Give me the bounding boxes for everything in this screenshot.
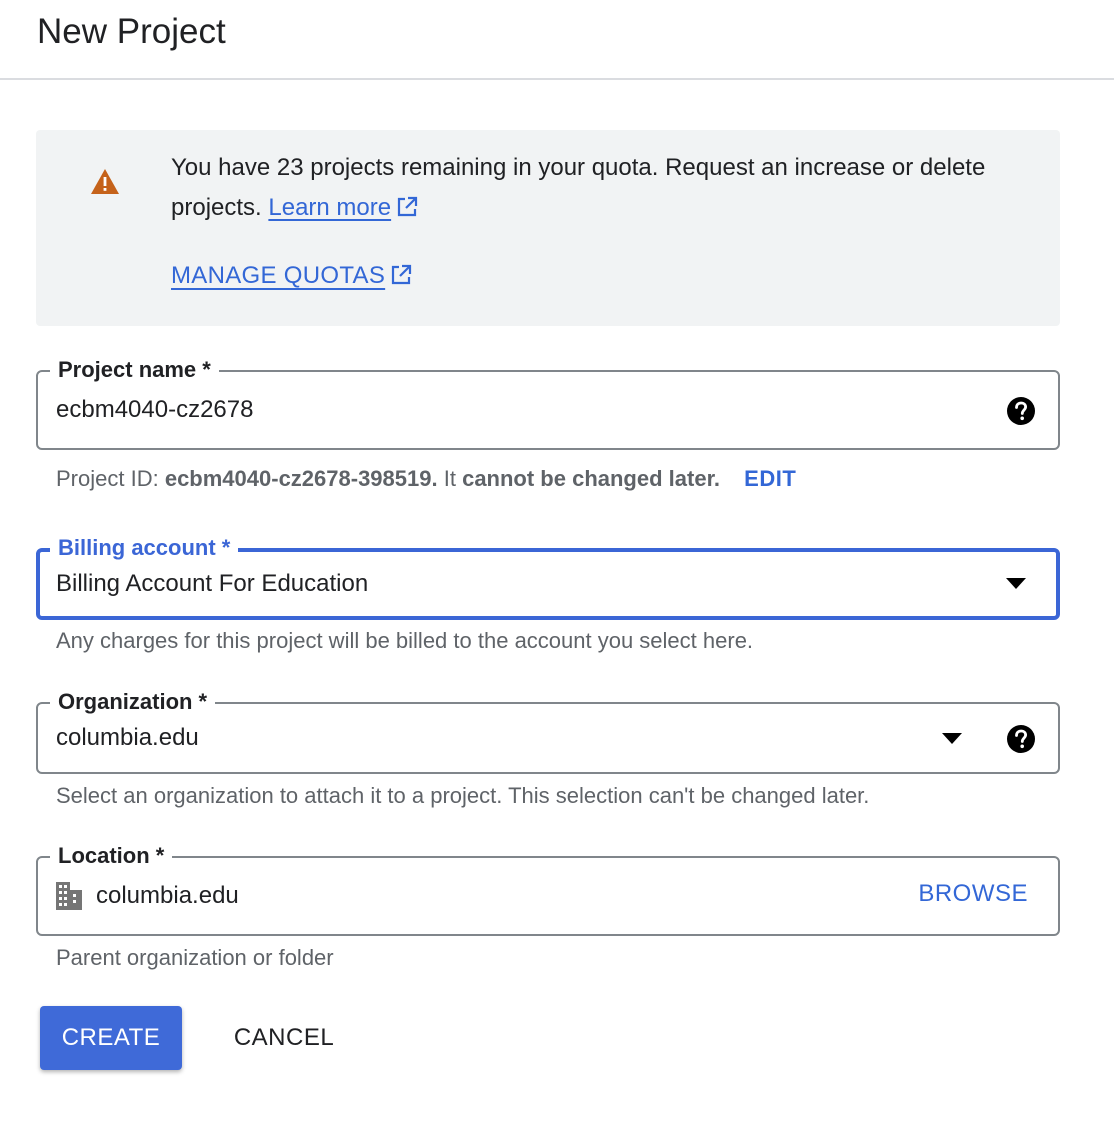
project-id-prefix: Project ID: <box>56 466 159 491</box>
location-label: Location * <box>50 840 173 872</box>
building-icon <box>56 882 82 910</box>
header: New Project <box>0 0 1114 80</box>
dropdown-arrow-icon[interactable] <box>942 733 962 745</box>
billing-account-select[interactable]: Billing account * Billing Account For Ed… <box>36 532 1060 620</box>
billing-account-value: Billing Account For Education <box>56 570 369 597</box>
project-name-label: Project name * <box>50 354 219 386</box>
organization-label: Organization * <box>50 686 216 718</box>
create-button[interactable]: CREATE <box>40 1006 182 1070</box>
help-icon[interactable] <box>1006 724 1036 754</box>
billing-account-label: Billing account * <box>50 532 239 564</box>
new-project-dialog: New Project You have 23 projects remaini… <box>0 0 1114 1126</box>
page-title: New Project <box>37 12 226 51</box>
external-link-icon[interactable] <box>396 196 418 218</box>
organization-hint: Select an organization to attach it to a… <box>56 783 870 808</box>
learn-more-label: Learn more <box>268 194 392 221</box>
project-name-field[interactable]: Project name * ecbm4040-cz2678 <box>36 354 1060 450</box>
dropdown-arrow-icon[interactable] <box>1006 578 1026 590</box>
external-link-icon <box>392 264 412 285</box>
organization-value: columbia.edu <box>56 724 199 751</box>
edit-project-id-button[interactable]: EDIT <box>744 466 796 491</box>
project-id-hint: Project ID: ecbm4040-cz2678-398519. It c… <box>56 464 796 494</box>
help-icon[interactable] <box>1006 396 1036 426</box>
manage-quotas-label: MANAGE QUOTAS <box>171 262 386 289</box>
location-hint: Parent organization or folder <box>56 945 334 970</box>
location-value: columbia.edu <box>96 882 239 909</box>
browse-button[interactable]: BROWSE <box>918 878 1028 910</box>
quota-message: You have 23 projects remaining in your q… <box>171 148 1031 228</box>
project-id-suffix: cannot be changed later. <box>462 466 721 491</box>
location-field: Location * columbia.edu BROWSE <box>36 840 1060 936</box>
organization-select[interactable]: Organization * columbia.edu <box>36 686 1060 774</box>
project-name-input[interactable]: ecbm4040-cz2678 <box>56 394 253 426</box>
billing-account-hint: Any charges for this project will be bil… <box>56 628 754 653</box>
manage-quotas-link[interactable]: MANAGE QUOTAS <box>171 258 412 294</box>
warning-icon <box>91 169 119 194</box>
project-id-value: ecbm4040-cz2678-398519. <box>164 466 438 491</box>
cancel-button[interactable]: CANCEL <box>214 1006 354 1070</box>
project-id-it: It <box>443 466 456 491</box>
learn-more-link[interactable]: Learn more <box>268 194 391 221</box>
